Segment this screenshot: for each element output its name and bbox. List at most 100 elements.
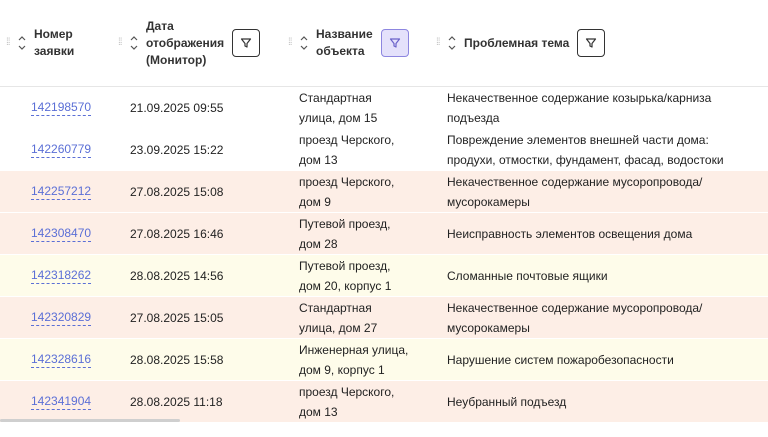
table-row[interactable]: 142318262 28.08.2025 14:56 Путевой проезд,… xyxy=(0,255,768,297)
request-number-cell: 142318262 xyxy=(31,255,121,296)
display-date-cell: 28.08.2025 14:56 xyxy=(130,268,224,283)
drag-handle-icon[interactable]: ⁞⁞ xyxy=(6,38,16,48)
object-address-line: улица, дом 27 xyxy=(299,320,378,335)
object-address-line: улица, дом 15 xyxy=(299,110,378,125)
problem-topic-line: Сломанные почтовые ящики xyxy=(447,268,608,283)
request-number-link[interactable]: 142341904 xyxy=(31,394,92,410)
request-number-link[interactable]: 142320829 xyxy=(31,310,92,326)
object-address-line: Путевой проезд, xyxy=(299,216,391,231)
sort-icon[interactable] xyxy=(128,32,140,54)
filter-button-object[interactable] xyxy=(380,29,409,57)
object-address-cell: Путевой проезд, дом 28 xyxy=(299,213,439,254)
display-date-cell: 27.08.2025 15:08 xyxy=(130,184,224,199)
filter-icon xyxy=(586,38,597,48)
column-number-label: Номер заявки xyxy=(34,27,75,58)
drag-handle-icon[interactable]: ⁞⁞ xyxy=(288,38,298,48)
object-address-line: Инженерная улица, xyxy=(299,342,409,357)
problem-topic-line: Неисправность элементов освещения дома xyxy=(447,226,693,241)
object-address-line: дом 9, корпус 1 xyxy=(299,362,385,377)
sort-icon[interactable] xyxy=(446,32,458,54)
filter-icon xyxy=(241,38,252,48)
problem-topic-cell: Некачественное содержание мусоропровода/… xyxy=(447,297,762,338)
problem-topic-line: мусорокамеры xyxy=(447,320,530,335)
column-header-object[interactable]: ⁞⁞ Название объекта xyxy=(288,0,409,86)
object-address-line: дом 13 xyxy=(299,404,338,419)
table-row[interactable]: 142328616 28.08.2025 15:58 Инженерная улиц… xyxy=(0,339,768,381)
request-number-link[interactable]: 142328616 xyxy=(31,352,92,368)
column-header-date[interactable]: ⁞⁞ Дата отображения (Монитор) xyxy=(118,0,261,86)
column-header-topic[interactable]: ⁞⁞ Проблемная тема xyxy=(436,0,606,86)
request-number-cell: 142257212 xyxy=(31,171,121,212)
column-date-label: Дата отображения (Монитор) xyxy=(146,18,225,67)
table-row[interactable]: 142308470 27.08.2025 16:46 Путевой проезд,… xyxy=(0,213,768,255)
requests-table: ⁞⁞ Номер заявки ⁞⁞ Дата отображения (Мон… xyxy=(0,0,768,423)
problem-topic-line: продухи, отмостки, фундамент, фасад, вод… xyxy=(447,152,724,167)
display-date-cell: 23.09.2025 15:22 xyxy=(130,142,224,157)
object-address-cell: проезд Черского, дом 9 xyxy=(299,171,439,212)
request-number-cell: 142260779 xyxy=(31,129,121,170)
sort-icon[interactable] xyxy=(298,32,310,54)
display-date-cell: 28.08.2025 15:58 xyxy=(130,352,224,367)
request-number-cell: 142341904 xyxy=(31,381,121,422)
object-address-cell: Путевой проезд, дом 20, корпус 1 xyxy=(299,255,439,296)
request-number-link[interactable]: 142308470 xyxy=(31,226,92,242)
problem-topic-line: Некачественное содержание мусоропровода/ xyxy=(447,174,703,189)
problem-topic-cell: Повреждение элементов внешней части дома… xyxy=(447,129,762,170)
problem-topic-line: Нарушение систем пожаробезопасности xyxy=(447,352,674,367)
filter-icon xyxy=(389,38,400,48)
request-number-link[interactable]: 142257212 xyxy=(31,184,92,200)
object-address-cell: проезд Черского, дом 13 xyxy=(299,381,439,422)
object-address-line: дом 20, корпус 1 xyxy=(299,278,392,293)
object-address-cell: Инженерная улица, дом 9, корпус 1 xyxy=(299,339,439,380)
drag-handle-icon[interactable]: ⁞⁞ xyxy=(436,38,446,48)
display-date-cell: 27.08.2025 15:05 xyxy=(130,310,224,325)
request-number-cell: 142198570 xyxy=(31,87,121,128)
horizontal-scrollbar[interactable] xyxy=(0,419,180,422)
column-object-label: Название объекта xyxy=(316,27,373,58)
object-address-line: дом 28 xyxy=(299,236,338,251)
problem-topic-cell: Неисправность элементов освещения дома xyxy=(447,213,762,254)
object-address-line: Путевой проезд, xyxy=(299,258,391,273)
request-number-link[interactable]: 142198570 xyxy=(31,100,92,116)
display-date-cell: 28.08.2025 11:18 xyxy=(130,394,223,409)
table-body: 142198570 21.09.2025 09:55 Стандартная улиц… xyxy=(0,87,768,423)
display-date-cell: 27.08.2025 16:46 xyxy=(130,226,224,241)
object-address-cell: проезд Черского, дом 13 xyxy=(299,129,439,170)
object-address-line: дом 13 xyxy=(299,152,338,167)
object-address-line: проезд Черского, xyxy=(299,174,395,189)
table-row[interactable]: 142198570 21.09.2025 09:55 Стандартная улиц… xyxy=(0,87,768,129)
problem-topic-cell: Неубранный подъезд xyxy=(447,381,762,422)
sort-icon[interactable] xyxy=(16,32,28,54)
problem-topic-line: подъезда xyxy=(447,110,500,125)
object-address-line: проезд Черского, xyxy=(299,132,395,147)
object-address-line: Стандартная xyxy=(299,300,372,315)
problem-topic-cell: Сломанные почтовые ящики xyxy=(447,255,762,296)
problem-topic-line: Некачественное содержание мусоропровода/ xyxy=(447,300,703,315)
problem-topic-line: мусорокамеры xyxy=(447,194,530,209)
object-address-cell: Стандартная улица, дом 15 xyxy=(299,87,439,128)
problem-topic-line: Неубранный подъезд xyxy=(447,394,567,409)
problem-topic-cell: Некачественное содержание мусоропровода/… xyxy=(447,171,762,212)
problem-topic-cell: Некачественное содержание козырька/карни… xyxy=(447,87,762,128)
filter-button-topic[interactable] xyxy=(577,29,606,57)
request-number-cell: 142328616 xyxy=(31,339,121,380)
request-number-link[interactable]: 142318262 xyxy=(31,268,92,284)
problem-topic-cell: Нарушение систем пожаробезопасности xyxy=(447,339,762,380)
object-address-line: дом 9 xyxy=(299,194,331,209)
problem-topic-line: Некачественное содержание козырька/карни… xyxy=(447,90,712,105)
drag-handle-icon[interactable]: ⁞⁞ xyxy=(118,38,128,48)
request-number-cell: 142308470 xyxy=(31,213,121,254)
request-number-link[interactable]: 142260779 xyxy=(31,142,92,158)
object-address-cell: Стандартная улица, дом 27 xyxy=(299,297,439,338)
display-date-cell: 21.09.2025 09:55 xyxy=(130,100,224,115)
column-header-number[interactable]: ⁞⁞ Номер заявки xyxy=(6,0,74,86)
problem-topic-line: Повреждение элементов внешней части дома… xyxy=(447,132,709,147)
table-row[interactable]: 142257212 27.08.2025 15:08 проезд Черского… xyxy=(0,171,768,213)
table-row[interactable]: 142260779 23.09.2025 15:22 проезд Черского… xyxy=(0,129,768,171)
object-address-line: Стандартная xyxy=(299,90,372,105)
table-row[interactable]: 142320829 27.08.2025 15:05 Стандартная улиц… xyxy=(0,297,768,339)
request-number-cell: 142320829 xyxy=(31,297,121,338)
table-header: ⁞⁞ Номер заявки ⁞⁞ Дата отображения (Мон… xyxy=(0,0,768,87)
filter-button-date[interactable] xyxy=(232,29,261,57)
table-row[interactable]: 142341904 28.08.2025 11:18 проезд Черского… xyxy=(0,381,768,423)
